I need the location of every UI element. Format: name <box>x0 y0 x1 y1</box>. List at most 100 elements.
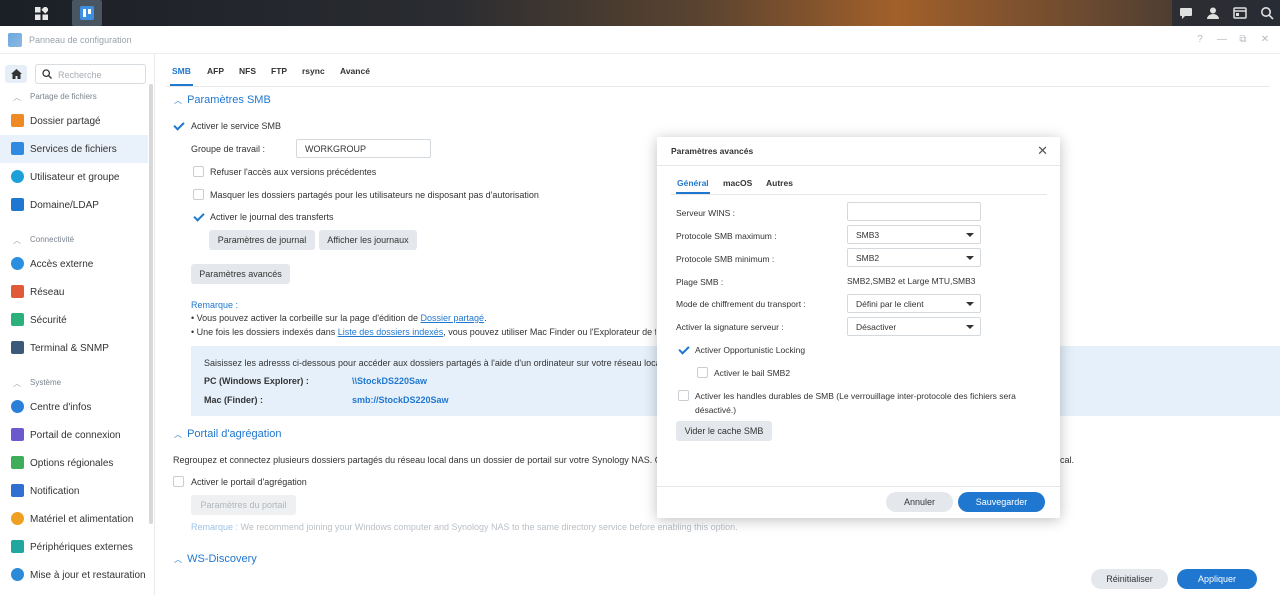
durable-handles-checkbox[interactable] <box>678 390 689 401</box>
user-icon[interactable] <box>1199 0 1226 26</box>
dialog-tab-general[interactable]: Général <box>676 178 710 194</box>
users-icon <box>11 170 24 183</box>
sidebar-scrollbar[interactable] <box>149 84 153 524</box>
transfer-log-checkbox[interactable] <box>193 211 204 222</box>
smb2-lease-checkbox[interactable] <box>697 367 708 378</box>
sidebar-item-shared-folder[interactable]: Dossier partagé <box>0 107 148 135</box>
globe-icon <box>11 456 24 469</box>
dropdown-caret-icon <box>966 256 974 260</box>
bottom-action-bar: Réinitialiser Appliquer <box>156 561 1280 595</box>
sidebar: Recherche ︿ Partage de fichiers Dossier p… <box>0 54 155 595</box>
tab-advanced[interactable]: Avancé <box>340 66 370 76</box>
widgets-icon[interactable] <box>1226 0 1253 26</box>
sidebar-item-security[interactable]: Sécurité <box>0 306 148 334</box>
clear-smb-cache-button[interactable]: Vider le cache SMB <box>676 421 772 441</box>
chat-icon[interactable] <box>1172 0 1199 26</box>
restore-icon[interactable]: ⧉ <box>1237 34 1249 45</box>
tab-bar: SMB AFP NFS FTP rsync Avancé <box>156 54 1280 86</box>
pc-path: \\StockDS220Saw <box>352 376 428 386</box>
domain-icon <box>11 198 24 211</box>
lightbulb-icon <box>11 512 24 525</box>
close-icon[interactable]: ✕ <box>1037 143 1048 159</box>
main-menu-button[interactable] <box>26 0 56 26</box>
search-input[interactable]: Recherche <box>35 64 146 84</box>
deny-previous-versions-checkbox[interactable] <box>193 166 204 177</box>
tab-ftp[interactable]: FTP <box>271 66 287 76</box>
view-logs-button[interactable]: Afficher les journaux <box>319 230 417 250</box>
enable-portal-label: Activer le portail d'agrégation <box>191 477 307 487</box>
section-connectivity[interactable]: ︿ Connectivité <box>0 230 148 250</box>
portal-section-header[interactable]: ︿ Portail d'agrégation <box>174 428 282 440</box>
tab-nfs[interactable]: NFS <box>239 66 256 76</box>
sidebar-item-domain[interactable]: Domaine/LDAP <box>0 191 148 219</box>
home-button[interactable] <box>5 65 27 83</box>
shared-folder-link[interactable]: Dossier partagé <box>421 313 485 323</box>
enable-portal-checkbox[interactable] <box>173 476 184 487</box>
tab-rsync[interactable]: rsync <box>302 66 325 76</box>
tab-smb[interactable]: SMB <box>170 66 193 86</box>
sidebar-item-network[interactable]: Réseau <box>0 278 148 306</box>
wins-server-input[interactable] <box>847 202 981 221</box>
max-protocol-select[interactable]: SMB3 <box>847 225 981 244</box>
oplock-checkbox[interactable] <box>678 344 689 355</box>
durable-handles-label-cont: désactivé.) <box>695 405 737 415</box>
pc-label: PC (Windows Explorer) : <box>204 376 309 386</box>
indexed-folders-link[interactable]: Liste des dossiers indexés <box>338 327 444 337</box>
sidebar-item-hardware[interactable]: Matériel et alimentation <box>0 505 148 533</box>
dialog-tab-macos[interactable]: macOS <box>723 178 752 188</box>
workgroup-input[interactable]: WORKGROUP <box>296 139 431 158</box>
window-title: Panneau de configuration <box>29 35 132 45</box>
control-panel-taskbar-button[interactable] <box>72 0 102 26</box>
mac-label: Mac (Finder) : <box>204 395 264 405</box>
section-system[interactable]: ︿ Système <box>0 373 148 393</box>
sidebar-item-users[interactable]: Utilisateur et groupe <box>0 163 148 191</box>
reset-button[interactable]: Réinitialiser <box>1091 569 1168 589</box>
cancel-button[interactable]: Annuler <box>886 492 953 512</box>
encryption-mode-select[interactable]: Défini par le client <box>847 294 981 313</box>
save-button[interactable]: Sauvegarder <box>958 492 1045 512</box>
enable-smb-checkbox[interactable] <box>173 120 184 131</box>
window-titlebar: Panneau de configuration ? — ⧉ ✕ <box>0 26 1280 54</box>
login-portal-icon <box>11 428 24 441</box>
portal-settings-button[interactable]: Paramètres du portail <box>191 495 296 515</box>
info-icon <box>11 400 24 413</box>
smb-section-header[interactable]: ︿ Paramètres SMB <box>174 94 271 106</box>
external-access-icon <box>11 257 24 270</box>
help-icon[interactable]: ? <box>1194 34 1206 45</box>
dropdown-caret-icon <box>966 325 974 329</box>
sidebar-item-notification[interactable]: Notification <box>0 477 148 505</box>
chevron-up-icon: ︿ <box>13 379 21 388</box>
hide-shared-folders-label: Masquer les dossiers partagés pour les u… <box>210 190 539 200</box>
hide-shared-folders-checkbox[interactable] <box>193 189 204 200</box>
tab-afp[interactable]: AFP <box>207 66 224 76</box>
mac-path: smb://StockDS220Saw <box>352 395 449 405</box>
portal-note: Remarque : We recommend joining your Win… <box>191 522 738 532</box>
oplock-label: Activer Opportunistic Locking <box>695 345 806 355</box>
search-placeholder: Recherche <box>58 70 102 80</box>
close-icon[interactable]: ✕ <box>1259 34 1271 45</box>
search-icon[interactable] <box>1253 0 1280 26</box>
advanced-settings-button[interactable]: Paramètres avancés <box>191 264 290 284</box>
chevron-up-icon: ︿ <box>174 430 182 439</box>
sidebar-item-external-access[interactable]: Accès externe <box>0 250 148 278</box>
apply-button[interactable]: Appliquer <box>1177 569 1257 589</box>
minimize-icon[interactable]: — <box>1216 34 1228 45</box>
dialog-tab-others[interactable]: Autres <box>766 178 793 188</box>
terminal-icon <box>11 341 24 354</box>
chevron-up-icon: ︿ <box>13 236 21 245</box>
section-file-sharing[interactable]: ︿ Partage de fichiers <box>0 87 148 107</box>
min-protocol-label: Protocole SMB minimum : <box>676 254 775 264</box>
min-protocol-select[interactable]: SMB2 <box>847 248 981 267</box>
sidebar-item-regional-options[interactable]: Options régionales <box>0 449 148 477</box>
sidebar-item-update-restore[interactable]: Mise à jour et restauration <box>0 561 148 589</box>
max-protocol-label: Protocole SMB maximum : <box>676 231 777 241</box>
taskbar <box>0 0 1280 26</box>
sidebar-item-file-services[interactable]: Services de fichiers <box>0 135 148 163</box>
sidebar-item-info-center[interactable]: Centre d'infos <box>0 393 148 421</box>
wins-server-label: Serveur WINS : <box>676 208 736 218</box>
log-settings-button[interactable]: Paramètres de journal <box>209 230 315 250</box>
sidebar-item-login-portal[interactable]: Portail de connexion <box>0 421 148 449</box>
sidebar-item-external-devices[interactable]: Périphériques externes <box>0 533 148 561</box>
sidebar-item-terminal[interactable]: Terminal & SNMP <box>0 334 148 362</box>
server-signing-select[interactable]: Désactiver <box>847 317 981 336</box>
